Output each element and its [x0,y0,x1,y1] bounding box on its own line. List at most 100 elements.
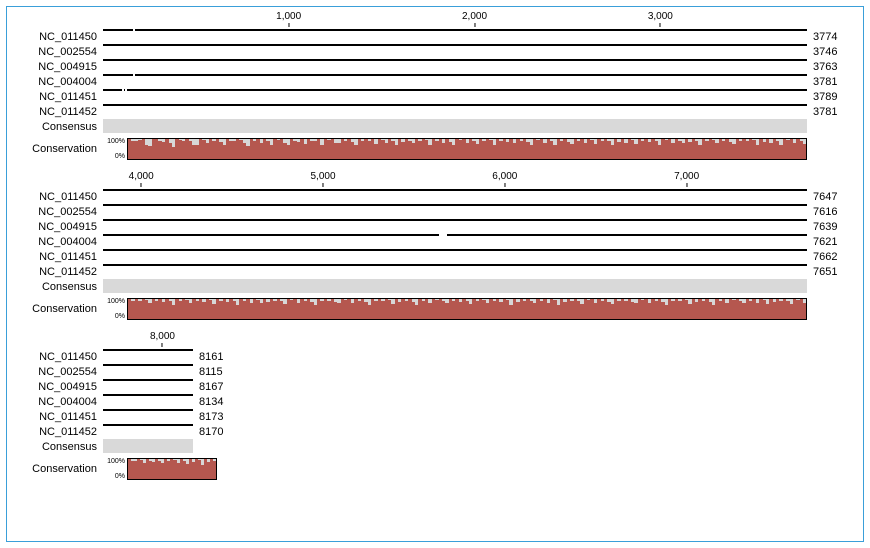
sequence-track [103,44,807,46]
sequence-gap [439,233,446,237]
sequence-name: NC_011450 [13,191,103,203]
sequence-gap [125,88,127,92]
ruler: 1,000 2,000 3,000 [13,11,857,29]
sequence-gap [133,28,135,32]
sequence-end-position: 3774 [807,31,857,43]
conservation-label: Conservation [32,463,97,475]
sequence-row: NC_011451 7662 [13,249,857,264]
conservation-max-label: 100% [107,458,125,465]
consensus-row: Consensus [13,439,857,455]
sequence-end-position: 3781 [807,106,857,118]
ruler-tick: 4,000 [129,171,154,187]
ruler-tick: 3,000 [648,11,673,27]
sequence-name: NC_002554 [13,46,103,58]
sequence-row: NC_002554 3746 [13,44,857,59]
sequence-track [103,394,193,396]
conservation-label: Conservation [32,143,97,155]
sequence-end-position: 8167 [193,381,243,393]
sequence-gap [133,73,135,77]
sequence-end-position: 8161 [193,351,243,363]
sequence-row: NC_004004 3781 [13,74,857,89]
sequence-row: NC_0040047621 [13,234,857,249]
sequence-name: NC_004915 [13,61,103,73]
sequence-name: NC_011450 [13,351,103,363]
sequence-end-position: 7651 [807,266,857,278]
sequence-name: NC_011451 [13,251,103,263]
conservation-max-label: 100% [107,138,125,145]
sequence-end-position: 8173 [193,411,243,423]
sequence-row: NC_004915 3763 [13,59,857,74]
consensus-band [103,439,193,453]
sequence-track [103,104,807,106]
sequence-row: NC_011452 8170 [13,424,857,439]
alignment-block-1: 1,0002,0003,000NC_0114503774NC_002554374… [13,11,857,163]
consensus-label: Consensus [13,441,103,453]
sequence-end-position: 8170 [193,426,243,438]
sequence-track [103,29,807,31]
alignment-block-2: 4,000 5,000 6,000 7,000 NC_011450 7647NC_0025… [13,171,857,323]
ruler-tick: 1,000 [276,11,301,27]
sequence-track [103,409,193,411]
sequence-row: NC_011452 3781 [13,104,857,119]
sequence-name: NC_011452 [13,106,103,118]
sequence-track [103,364,193,366]
sequence-name: NC_011451 [13,411,103,423]
ruler-tick: 8,000 [150,331,175,347]
conservation-bargraph [127,138,807,160]
sequence-end-position: 7662 [807,251,857,263]
sequence-row: NC_004004 8134 [13,394,857,409]
sequence-name: NC_004915 [13,221,103,233]
sequence-track [103,379,193,381]
sequence-name: NC_002554 [13,366,103,378]
sequence-name: NC_004004 [13,76,103,88]
conservation-min-label: 0% [115,313,125,320]
conservation-bargraph [127,458,217,480]
conservation-max-label: 100% [107,298,125,305]
sequence-end-position: 8115 [193,366,243,378]
sequence-name: NC_011451 [13,91,103,103]
sequence-track [103,74,807,76]
consensus-band [103,279,807,293]
sequence-gap [122,88,124,92]
sequence-row: NC_002554 8115 [13,364,857,379]
sequence-row: NC_011451 8173 [13,409,857,424]
consensus-label: Consensus [13,121,103,133]
sequence-track [103,189,807,191]
sequence-track [103,89,807,91]
ruler-tick: 6,000 [492,171,517,187]
sequence-track [103,59,807,61]
sequence-name: NC_004004 [13,236,103,248]
consensus-label: Consensus [13,281,103,293]
ruler-tick: 7,000 [674,171,699,187]
ruler-tick: 5,000 [310,171,335,187]
consensus-row: Consensus [13,279,857,295]
conservation-min-label: 0% [115,473,125,480]
conservation-row: Conservation 100% 0% [13,295,857,323]
consensus-band [103,119,807,133]
conservation-row: Conservation 100% 0% [13,135,857,163]
sequence-end-position: 3763 [807,61,857,73]
sequence-end-position: 3781 [807,76,857,88]
sequence-name: NC_011452 [13,426,103,438]
sequence-row: NC_0049158167 [13,379,857,394]
sequence-row: NC_011450 7647 [13,189,857,204]
sequence-row: NC_0049157639 [13,219,857,234]
sequence-end-position: 8134 [193,396,243,408]
sequence-track [103,349,193,351]
ruler: 8,000 [13,331,857,349]
sequence-end-position: 7616 [807,206,857,218]
sequence-name: NC_004004 [13,396,103,408]
conservation-min-label: 0% [115,153,125,160]
alignment-block-3: 8,000 NC_011450 8161 NC_002554 8115NC_004915… [13,331,857,483]
conservation-row: Conservation 100% 0% [13,455,857,483]
sequence-end-position: 3746 [807,46,857,58]
sequence-end-position: 7647 [807,191,857,203]
sequence-track [103,424,193,426]
ruler-tick: 2,000 [462,11,487,27]
sequence-row: NC_0025547616 [13,204,857,219]
sequence-track [103,234,807,236]
sequence-row: NC_011451 3789 [13,89,857,104]
conservation-label: Conservation [32,303,97,315]
sequence-track [103,204,807,206]
sequence-end-position: 3789 [807,91,857,103]
